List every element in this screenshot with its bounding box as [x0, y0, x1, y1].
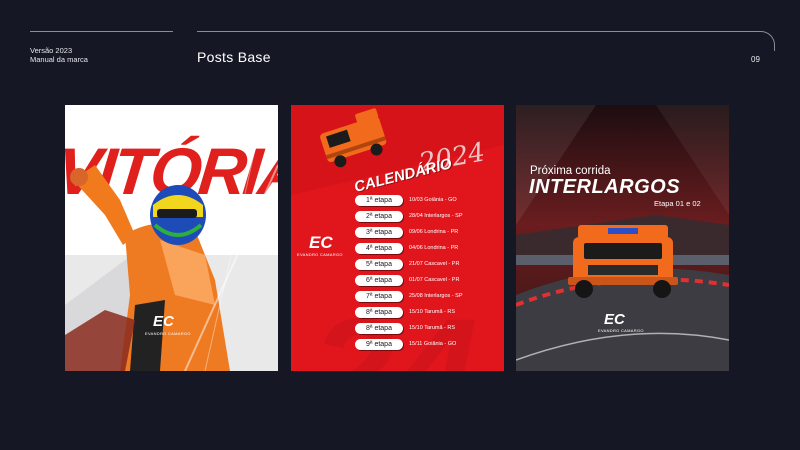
stage-pill: 6ª etapa — [355, 275, 403, 286]
stage-pill: 9ª etapa — [355, 339, 403, 350]
stage-pill: 8ª etapa — [355, 323, 403, 334]
stage-row: 9ª etapa 15/11 Goiânia - GO — [355, 339, 504, 351]
stage-row: 1ª etapa 10/03 Goiânia - GO — [355, 195, 504, 207]
stage-pill: 5ª etapa — [355, 259, 403, 270]
section-title: Posts Base — [197, 49, 271, 65]
stage-pill: 2ª etapa — [355, 211, 403, 222]
stage-info: 10/03 Goiânia - GO — [409, 197, 457, 203]
victory-logo-subtitle: EVANDRO CAMARGO — [145, 331, 191, 336]
stage-row: 3ª etapa 09/06 Londrina - PR — [355, 227, 504, 239]
stage-info: 15/11 Goiânia - GO — [409, 341, 457, 347]
stage-info: 01/07 Cascavel - PR — [409, 277, 460, 283]
stage-pill: 4ª etapa — [355, 243, 403, 254]
meta-version: Versão 2023 — [30, 46, 73, 55]
header-rule-left — [30, 31, 173, 32]
post-next-race: Próxima corrida INTERLARGOS Etapa 01 e 0… — [516, 105, 729, 371]
stage-row: 8ª etapa 15/10 Tarumã - RS — [355, 323, 504, 335]
stage-pill: 8ª etapa — [355, 307, 403, 318]
track-name: INTERLARGOS — [529, 176, 681, 198]
calendar-logo: EC — [309, 233, 333, 252]
stage-row: 4ª etapa 04/06 Londrina - PR — [355, 243, 504, 255]
victory-logo: EC — [153, 313, 174, 330]
next-race-logo-subtitle: EVANDRO CAMARGO — [598, 328, 644, 333]
stage-info: 15/10 Tarumã - RS — [409, 309, 456, 315]
stage-info: 15/10 Tarumã - RS — [409, 325, 456, 331]
page-number: 09 — [751, 55, 760, 64]
meta-manual: Manual da marca — [30, 55, 88, 64]
stage-info: 28/04 Interlargos - SP — [409, 213, 463, 219]
stage-info: 09/06 Londrina - PR — [409, 229, 459, 235]
calendar-logo-subtitle: EVANDRO CAMARGO — [297, 252, 343, 257]
post-calendar: 24 2024 CALENDÁRIO EC EVANDRO CAMARGO 1ª… — [291, 105, 504, 371]
stage-row: 6ª etapa 01/07 Cascavel - PR — [355, 275, 504, 287]
stage-row: 2ª etapa 28/04 Interlargos - SP — [355, 211, 504, 223]
stage-row: 7ª etapa 25/08 Interlargos - SP — [355, 291, 504, 303]
race-stage-label: Etapa 01 e 02 — [654, 199, 701, 208]
document-meta: Versão 2023 Manual da marca — [30, 46, 88, 64]
header-rule-right — [197, 31, 775, 51]
stage-row: 8ª etapa 15/10 Tarumã - RS — [355, 307, 504, 319]
stage-pill: 7ª etapa — [355, 291, 403, 302]
stage-pill: 1ª etapa — [355, 195, 403, 206]
post-victory: VITÓRIA EC EVANDRO CAMARGO — [65, 105, 278, 371]
stage-info: 21/07 Cascavel - PR — [409, 261, 460, 267]
stage-row: 5ª etapa 21/07 Cascavel - PR — [355, 259, 504, 271]
stage-info: 25/08 Interlargos - SP — [409, 293, 463, 299]
stage-info: 04/06 Londrina - PR — [409, 245, 459, 251]
stage-pill: 3ª etapa — [355, 227, 403, 238]
next-race-logo: EC — [604, 311, 625, 328]
